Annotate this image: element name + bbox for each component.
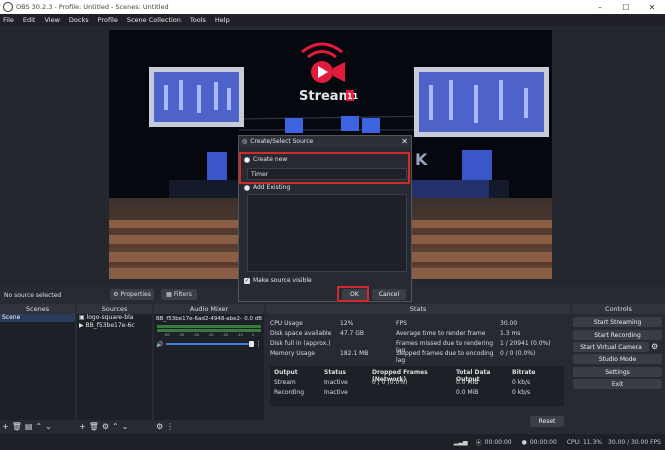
highlight-create-new [239,152,410,184]
stats-panel: CPU Usage 12% Disk space available 47.7 GB… [266,314,570,427]
title-bar: OBS 30.2.3 - Profile: Untitled - Scenes:… [0,0,665,14]
no-source-label: No source selected [4,291,62,299]
volume-slider[interactable] [166,341,254,347]
stats-dock-header: Stats [266,304,570,314]
menu-help[interactable]: Help [215,16,230,24]
close-icon[interactable]: ✕ [401,137,408,146]
signal-icon: ▂▃▅ [453,438,468,446]
menu-file[interactable]: File [3,16,14,24]
menu-edit[interactable]: Edit [23,16,36,24]
menu-bar: File Edit View Docks Profile Scene Colle… [0,14,665,26]
gear-icon[interactable]: ⚙ [651,342,658,351]
cpu-usage: CPU: 11.3% [566,438,603,446]
filter-icon[interactable]: ▤ [25,422,33,431]
side-letter: K [415,150,428,169]
start-recording-button[interactable]: Start Recording [573,330,662,340]
live-time: 00:00:00 [484,438,512,446]
gear-icon[interactable]: ⚙ [156,422,163,431]
menu-scene-collection[interactable]: Scene Collection [127,16,181,24]
obs-logo-icon [3,2,13,12]
mixer-toolbar: ⚙ ⋮ [154,420,264,432]
sources-list[interactable]: ▣ logo-square-bla ▶ BB_f53be17e-6c [77,314,152,420]
properties-button[interactable]: ⚙ Properties [110,289,154,300]
add-icon[interactable]: + [2,422,9,431]
mixer-dock-header: Audio Mixer [154,304,264,314]
settings-button[interactable]: Settings [573,367,662,377]
gear-icon: ⚙ [113,291,119,298]
reset-button[interactable]: Reset [530,416,564,427]
radio-add-existing[interactable] [244,184,250,191]
source-item[interactable]: ▣ logo-square-bla [77,314,152,322]
scene-item[interactable]: Scene [0,314,75,322]
start-streaming-button[interactable]: Start Streaming [573,317,662,327]
stats-left: CPU Usage 12% Disk space available 47.7 GB… [270,320,369,357]
scenes-dock-header: Scenes [0,304,75,314]
scenes-list[interactable]: Scene [0,314,75,420]
cancel-button[interactable]: Cancel [372,289,406,300]
start-virtual-camera-button[interactable]: Start Virtual Camera [573,342,649,352]
source-item[interactable]: ▶ BB_f53be17e-6c [77,322,152,330]
chevron-down-icon[interactable]: ⌄ [122,422,129,431]
filters-button[interactable]: ▦ Filters [161,289,197,300]
status-bar: ▂▃▅ ⦿ 00:00:00 ● 00:00:00 CPU: 11.3% 30.… [0,434,665,450]
record-icon: ● [521,438,527,446]
logo-badge: 11 [347,92,359,101]
minimize-icon[interactable]: – [587,0,613,14]
volume-meter [157,329,261,332]
menu-tools[interactable]: Tools [190,16,206,24]
existing-sources-list[interactable] [247,194,407,272]
meter-ticks: -60 -50 -40 -30 -20 -10 0 [164,333,254,337]
mixer-level: 0.0 dB [244,316,262,322]
audio-mixer: BB_f53be17e-6ad2-4948-abe2- 0.0 dB -60 -5… [154,314,264,420]
window-title: OBS 30.2.3 - Profile: Untitled - Scenes:… [16,3,169,11]
output-table: Output Status Dropped Frames (Network) Tota… [270,366,564,406]
obs-logo-icon: ◎ [242,138,248,145]
volume-meter [157,325,261,328]
trash-icon[interactable]: 🗑 [12,422,22,431]
dialog-title: Create/Select Source [250,138,314,145]
studio-mode-button[interactable]: Studio Mode [573,354,662,364]
close-icon[interactable]: ✕ [639,0,665,14]
fps-readout: 30.00 / 30.00 FPS [608,438,661,446]
add-icon[interactable]: + [79,422,86,431]
broadcast-icon: ⦿ [475,439,482,447]
more-icon[interactable]: ⋮ [166,422,174,431]
speaker-icon[interactable]: 🔊 [156,341,163,348]
menu-profile[interactable]: Profile [98,16,118,24]
table-row: Recording Inactive 0.0 MiB 0 kb/s [274,389,531,396]
highlight-ok-button [337,286,369,302]
dialog-titlebar: ◎ Create/Select Source ✕ [239,136,411,147]
add-existing-option[interactable]: Add Existing [244,184,290,191]
exit-button[interactable]: Exit [573,379,662,389]
sources-toolbar: + 🗑 ⚙ ⌃ ⌄ [77,420,152,432]
table-row: Stream Inactive 0 / 0 (0.0%) 0.0 MiB 0 kb/s [274,379,531,386]
maximize-icon[interactable]: ☐ [613,0,639,14]
filter-icon: ▦ [166,291,172,298]
menu-view[interactable]: View [44,16,59,24]
make-visible-option[interactable]: ✓ Make source visible [244,277,312,284]
scenes-toolbar: + 🗑 ▤ ⌃ ⌄ [0,420,75,432]
stats-right: FPS 30.00 Average time to render frame 1.3… [396,320,551,364]
gear-icon[interactable]: ⚙ [102,422,109,431]
chevron-up-icon[interactable]: ⌃ [112,422,119,431]
sources-dock-header: Sources [77,304,152,314]
menu-docks[interactable]: Docks [69,16,89,24]
controls-dock-header: Controls [572,304,665,314]
more-icon[interactable]: ⋮ [255,340,262,348]
checkbox-make-visible[interactable]: ✓ [244,277,250,284]
mixer-channel-name: BB_f53be17e-6ad2-4948-abe2- [156,316,243,322]
chevron-up-icon[interactable]: ⌃ [35,422,42,431]
trash-icon[interactable]: 🗑 [89,422,99,431]
logo-text: Stream [299,89,352,104]
rec-time: 00:00:00 [529,438,557,446]
chevron-down-icon[interactable]: ⌄ [45,422,52,431]
